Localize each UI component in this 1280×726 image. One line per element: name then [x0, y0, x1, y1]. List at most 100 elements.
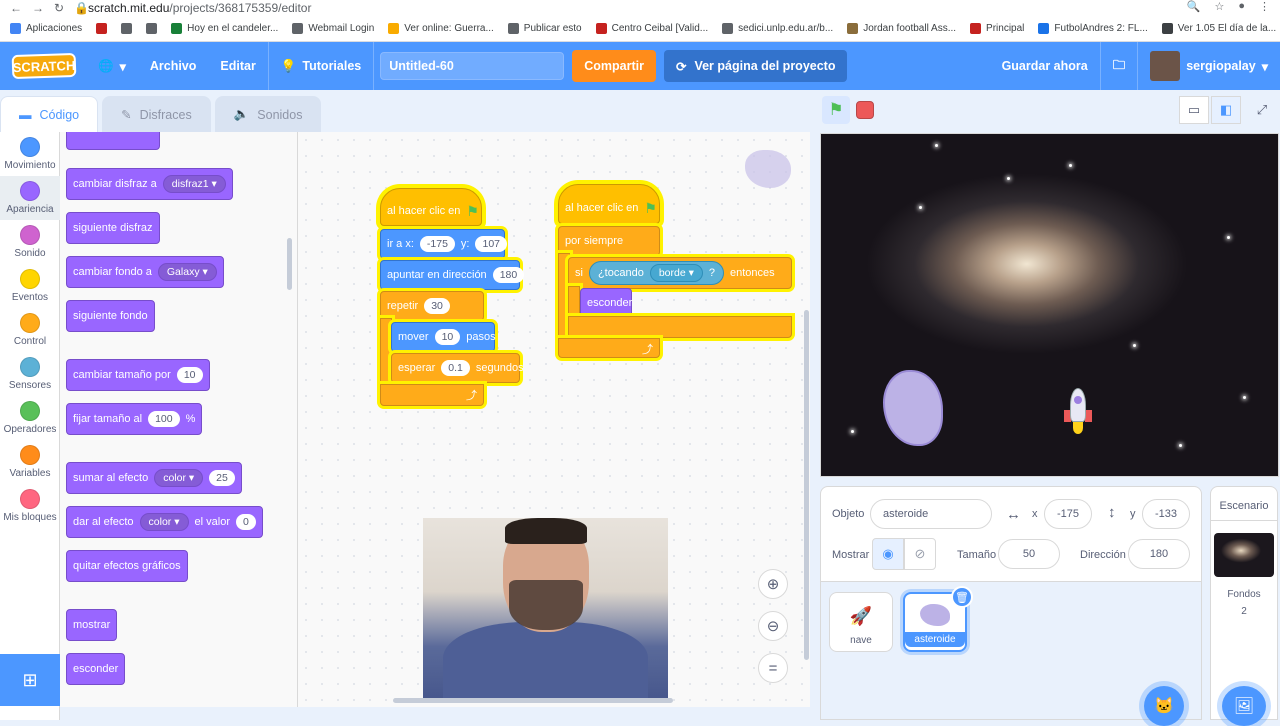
category-0[interactable]: Movimiento	[0, 132, 60, 176]
zoom-in-button[interactable]: ⊕	[758, 569, 788, 599]
palette-scrollbar[interactable]	[287, 238, 292, 290]
set-size-input[interactable]: 100	[148, 411, 180, 427]
bookmark[interactable]: Ver 1.05 El día de la...	[1161, 23, 1276, 34]
sprite-x-input[interactable]: -175	[1044, 499, 1092, 529]
bookmark[interactable]	[121, 23, 133, 34]
category-3[interactable]: Eventos	[0, 264, 60, 308]
edit-menu[interactable]: Editar	[208, 42, 267, 90]
asteroid-sprite[interactable]	[883, 370, 943, 446]
block-clear-effects[interactable]: quitar efectos gráficos	[66, 550, 188, 582]
hide-sprite-button[interactable]: ⊘	[904, 538, 936, 570]
move-steps-input[interactable]: 10	[434, 329, 461, 345]
when-flag-clicked-hat[interactable]: al hacer clic en ⚑	[558, 184, 660, 224]
bookmark[interactable]: sedici.unlp.edu.ar/b...	[722, 23, 833, 34]
scratch-logo[interactable]: SCRATCH	[11, 52, 77, 80]
touching-sensor-block[interactable]: ¿tocando borde ▾ ?	[588, 261, 725, 285]
block-next-backdrop[interactable]: siguiente fondo	[66, 300, 155, 332]
sprite-direction-input[interactable]: 180	[1128, 539, 1190, 569]
add-extension-button[interactable]: ⊞	[0, 654, 60, 706]
profile-icon[interactable]: ●	[1238, 0, 1245, 13]
tab-code[interactable]: ▬ Código	[0, 96, 99, 132]
bookmark[interactable]: Jordan football Ass...	[847, 23, 956, 34]
add-backdrop-button[interactable]: 🖼	[1222, 686, 1266, 726]
reload-icon[interactable]: ↻	[54, 1, 64, 15]
bookmark[interactable]: Publicar esto	[507, 23, 582, 34]
block-next-costume[interactable]: siguiente disfraz	[66, 212, 160, 244]
block-set-size[interactable]: fijar tamaño al 100 %	[66, 403, 203, 435]
bookmark[interactable]: Principal	[970, 23, 1024, 34]
sprite-name-input[interactable]: asteroide	[870, 499, 992, 529]
zoom-icon[interactable]: 🔍	[1187, 0, 1201, 13]
bookmark[interactable]: Centro Ceibal [Valid...	[595, 23, 708, 34]
stage[interactable]	[820, 133, 1279, 477]
stop-button[interactable]	[856, 101, 874, 119]
effect-dropdown[interactable]: color ▾	[139, 513, 189, 531]
category-2[interactable]: Sonido	[0, 220, 60, 264]
change-effect-input[interactable]: 25	[209, 470, 235, 486]
block-switch-backdrop[interactable]: cambiar fondo a Galaxy ▾	[66, 256, 224, 288]
forward-icon[interactable]: →	[32, 1, 44, 15]
block-change-size[interactable]: cambiar tamaño por 10	[66, 359, 210, 391]
block-switch-costume[interactable]: cambiar disfraz a disfraz1 ▾	[66, 168, 233, 200]
category-1[interactable]: Apariencia	[0, 176, 60, 220]
account-menu[interactable]: sergiopalay ▾	[1138, 42, 1280, 90]
sprite-size-input[interactable]: 50	[998, 539, 1060, 569]
bookmark[interactable]: Hoy en el candeler...	[171, 23, 278, 34]
share-button[interactable]: Compartir	[572, 50, 656, 82]
point-direction-block[interactable]: apuntar en dirección 180	[380, 260, 525, 290]
bookmark[interactable]	[96, 23, 108, 34]
category-5[interactable]: Sensores	[0, 352, 60, 396]
when-flag-clicked-hat[interactable]: al hacer clic en ⚑	[380, 188, 482, 226]
category-8[interactable]: Mis bloques	[0, 484, 60, 528]
back-icon[interactable]: ←	[10, 1, 22, 15]
bookmark[interactable]: FutbolAndres 2: FL...	[1038, 23, 1148, 34]
change-size-input[interactable]: 10	[176, 367, 203, 383]
rocket-sprite[interactable]	[1064, 388, 1092, 436]
wait-block[interactable]: esperar 0.1 segundos	[391, 353, 524, 383]
bookmark[interactable]: Aplicaciones	[10, 23, 82, 34]
zoom-reset-button[interactable]: =	[758, 653, 788, 683]
tutorials-button[interactable]: 💡 Tutoriales	[269, 42, 373, 90]
small-stage-button[interactable]: ▭	[1179, 96, 1209, 124]
bookmark[interactable]: Ver online: Guerra...	[388, 23, 494, 34]
forever-block[interactable]: por siempre	[558, 226, 660, 256]
star-icon[interactable]: ☆	[1214, 0, 1224, 13]
repeat-count-input[interactable]: 30	[424, 298, 450, 314]
block-partial[interactable]	[66, 132, 160, 150]
stage-selector-pane[interactable]: Escenario Fondos 2	[1210, 486, 1278, 720]
file-menu[interactable]: Archivo	[138, 42, 209, 90]
menu-icon[interactable]: ⋮	[1259, 0, 1270, 13]
green-flag-button[interactable]: ⚑	[822, 96, 850, 124]
effect-dropdown[interactable]: color ▾	[154, 469, 204, 487]
category-4[interactable]: Control	[0, 308, 60, 352]
script-area-vscrollbar[interactable]	[804, 310, 809, 660]
sprite-y-input[interactable]: -133	[1142, 499, 1190, 529]
block-hide[interactable]: esconder	[66, 653, 126, 685]
set-effect-input[interactable]: 0	[235, 514, 256, 530]
save-now-button[interactable]: Guardar ahora	[990, 42, 1100, 90]
goto-xy-block[interactable]: ir a x: -175 y: 107	[380, 229, 508, 259]
category-6[interactable]: Operadores	[0, 396, 60, 440]
if-then-block[interactable]: si ¿tocando borde ▾ ? entonces	[568, 257, 792, 289]
bookmark[interactable]: Webmail Login	[292, 23, 374, 34]
tab-sounds[interactable]: 🔈 Sonidos	[214, 96, 322, 132]
category-7[interactable]: Variables	[0, 440, 60, 484]
backdrop-thumbnail[interactable]	[1214, 533, 1274, 577]
see-project-page-button[interactable]: ⟳ Ver página del proyecto	[663, 50, 848, 82]
project-title-input[interactable]: Untitled-60	[380, 52, 565, 80]
tab-costumes[interactable]: ✎ Disfraces	[102, 96, 211, 132]
backdrop-dropdown[interactable]: Galaxy ▾	[157, 263, 217, 281]
script-area-hscrollbar[interactable]	[393, 698, 673, 703]
move-steps-block[interactable]: mover 10 pasos	[391, 322, 496, 352]
sprite-thumb-nave[interactable]: 🚀 nave	[829, 592, 893, 652]
fullscreen-button[interactable]: ⤢	[1247, 96, 1277, 124]
repeat-block[interactable]: repetir 30	[380, 291, 484, 321]
touching-dropdown[interactable]: borde ▾	[649, 264, 703, 282]
hide-block[interactable]: esconder	[580, 288, 632, 318]
show-sprite-button[interactable]: ◉	[872, 538, 904, 570]
delete-sprite-button[interactable]: 🗑	[951, 586, 973, 608]
goto-y-input[interactable]: 107	[475, 236, 508, 252]
language-menu[interactable]: 🌐 ▾	[86, 42, 138, 90]
costume-dropdown[interactable]: disfraz1 ▾	[162, 175, 226, 193]
bookmark[interactable]	[146, 23, 158, 34]
